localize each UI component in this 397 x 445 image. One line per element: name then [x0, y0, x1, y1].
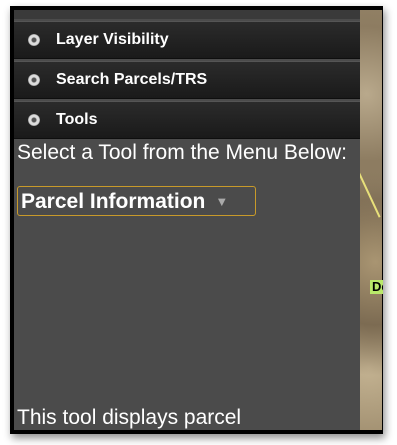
accordion-search-parcels[interactable]: Search Parcels/TRS	[14, 61, 360, 99]
bullet-icon	[28, 34, 40, 46]
panel-top-strip	[14, 10, 360, 19]
side-panel: Layer Visibility Search Parcels/TRS Tool…	[14, 10, 360, 430]
bullet-icon	[28, 114, 40, 126]
accordion-label: Tools	[56, 111, 98, 128]
app-frame: De Layer Visibility Search Parcels/TRS T…	[10, 6, 383, 434]
bullet-icon	[28, 74, 40, 86]
accordion-label: Layer Visibility	[56, 31, 169, 48]
map-view[interactable]	[353, 10, 382, 430]
accordion-tools[interactable]: Tools	[14, 101, 360, 139]
map-feature-label: De	[370, 280, 383, 294]
chevron-down-icon: ▼	[215, 193, 229, 209]
accordion-label: Search Parcels/TRS	[56, 71, 208, 88]
tools-content: Select a Tool from the Menu Below: Parce…	[14, 139, 360, 216]
tool-description: This tool displays parcel	[17, 406, 242, 429]
tool-select-dropdown[interactable]: Parcel Information ▼	[17, 186, 256, 216]
tools-instruction: Select a Tool from the Menu Below:	[17, 141, 347, 164]
tool-select-value: Parcel Information	[21, 189, 206, 213]
accordion-layer-visibility[interactable]: Layer Visibility	[14, 21, 360, 59]
